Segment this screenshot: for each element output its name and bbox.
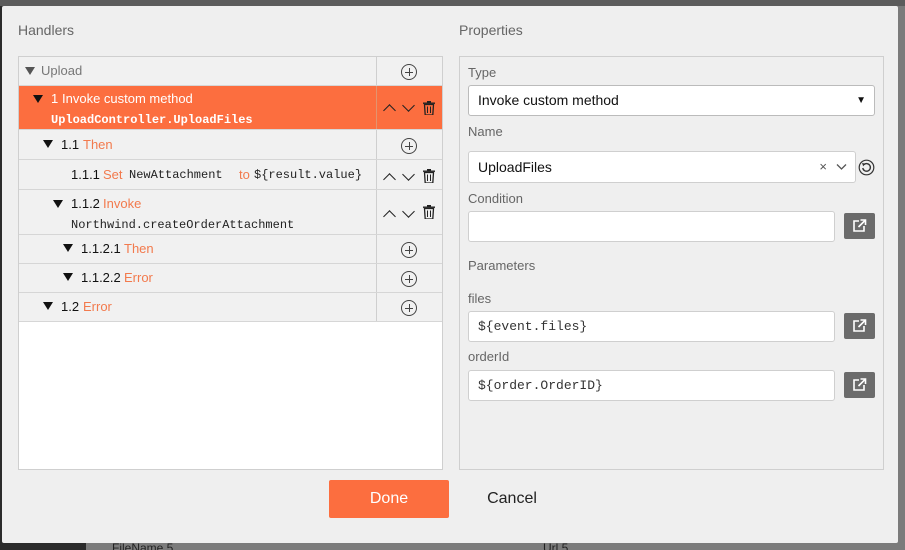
- delete-trash-icon[interactable]: [423, 205, 435, 219]
- tree-row-controls: [376, 190, 442, 234]
- tree-row-label: Then: [124, 241, 154, 256]
- tree-row-then[interactable]: 1.1 Then: [19, 130, 442, 160]
- collapse-triangle-icon[interactable]: [63, 273, 73, 281]
- handlers-title: Handlers: [18, 22, 75, 38]
- tree-row-controls: [376, 130, 442, 159]
- open-editor-button[interactable]: [844, 213, 875, 239]
- tree-row-controls: [376, 235, 442, 263]
- set-target: NewAttachment: [129, 168, 223, 182]
- type-select-value: Invoke custom method: [478, 92, 619, 108]
- tree-row-number: 1.1.1: [71, 167, 100, 182]
- delete-trash-icon[interactable]: [423, 169, 435, 183]
- collapse-triangle-icon[interactable]: [25, 67, 35, 75]
- clear-icon[interactable]: ×: [819, 152, 827, 182]
- done-button[interactable]: Done: [329, 480, 449, 518]
- properties-panel: Type Invoke custom method ▼ Name UploadF…: [459, 56, 884, 470]
- move-down-icon[interactable]: [402, 168, 415, 181]
- orderid-input[interactable]: ${order.OrderID}: [468, 370, 835, 401]
- properties-title: Properties: [459, 22, 523, 38]
- type-label: Type: [468, 65, 497, 80]
- tree-row-controls: [376, 160, 442, 189]
- external-link-icon: [853, 378, 867, 391]
- tree-row-upload[interactable]: Upload: [19, 57, 442, 86]
- files-input-value: ${event.files}: [478, 319, 588, 334]
- open-editor-button[interactable]: [844, 372, 875, 398]
- name-combobox[interactable]: UploadFiles ×: [468, 151, 856, 183]
- tree-row-controls: [376, 57, 442, 85]
- event-handlers-dialog: Handlers Properties Upload 1 Invoke cust…: [2, 6, 898, 543]
- name-combobox-value: UploadFiles: [478, 159, 552, 175]
- orderid-label: orderId: [468, 349, 510, 364]
- collapse-triangle-icon[interactable]: [53, 200, 63, 208]
- orderid-input-value: ${order.OrderID}: [478, 378, 603, 393]
- tree-row-error[interactable]: 1.1.2.2 Error: [19, 264, 442, 293]
- chevron-down-icon[interactable]: [836, 163, 847, 171]
- move-down-icon[interactable]: [402, 99, 415, 112]
- tree-row-then[interactable]: 1.1.2.1 Then: [19, 235, 442, 264]
- to-keyword: to: [239, 167, 250, 182]
- set-value: ${result.value}: [254, 168, 363, 182]
- tree-row-error[interactable]: 1.2 Error: [19, 293, 442, 322]
- tree-row-number: 1.1.2.2: [81, 270, 121, 285]
- handlers-tree: Upload 1 Invoke custom method UploadCont…: [18, 56, 443, 470]
- add-circle-icon[interactable]: [401, 64, 417, 80]
- add-circle-icon[interactable]: [401, 138, 417, 154]
- delete-trash-icon[interactable]: [423, 101, 435, 115]
- external-link-icon: [853, 219, 867, 232]
- condition-label: Condition: [468, 191, 523, 206]
- tree-row-invoke-custom-method[interactable]: 1 Invoke custom method UploadController.…: [19, 86, 442, 130]
- add-circle-icon[interactable]: [401, 271, 417, 287]
- collapse-triangle-icon[interactable]: [33, 95, 43, 103]
- tree-row-number: 1.2: [61, 299, 80, 314]
- refresh-icon[interactable]: [858, 159, 875, 176]
- open-editor-button[interactable]: [844, 313, 875, 339]
- tree-row-controls: [376, 86, 442, 129]
- name-label: Name: [468, 124, 503, 139]
- tree-row-number: 1: [51, 91, 59, 106]
- move-up-icon[interactable]: [383, 210, 396, 223]
- tree-row-number: 1.1.2.1: [81, 241, 121, 256]
- move-down-icon[interactable]: [402, 205, 415, 218]
- tree-row-label: Error: [124, 270, 153, 285]
- type-select[interactable]: Invoke custom method ▼: [468, 85, 875, 116]
- tree-row-code: UploadController.UploadFiles: [51, 113, 253, 127]
- tree-row-label: Error: [83, 299, 112, 314]
- set-keyword: Set: [103, 167, 123, 182]
- tree-row-label: Then: [83, 137, 113, 152]
- tree-row-label: Invoke custom method: [62, 91, 193, 106]
- collapse-triangle-icon[interactable]: [43, 302, 53, 310]
- tree-row-code: Northwind.createOrderAttachment: [71, 218, 295, 232]
- collapse-triangle-icon[interactable]: [43, 140, 53, 148]
- tree-row-controls: [376, 293, 442, 321]
- move-up-icon[interactable]: [383, 173, 396, 186]
- collapse-triangle-icon[interactable]: [63, 244, 73, 252]
- cancel-button[interactable]: Cancel: [472, 480, 552, 518]
- tree-row-set-variable[interactable]: 1.1.1 Set NewAttachment to ${result.valu…: [19, 160, 442, 190]
- parameters-label: Parameters: [468, 258, 536, 273]
- tree-row-number: 1.1: [61, 137, 80, 152]
- external-link-icon: [853, 319, 867, 332]
- dropdown-arrow-icon: ▼: [856, 95, 866, 106]
- tree-row-invoke[interactable]: 1.1.2 Invoke Northwind.createOrderAttach…: [19, 190, 442, 235]
- add-circle-icon[interactable]: [401, 300, 417, 316]
- tree-row-controls: [376, 264, 442, 292]
- tree-row-number: 1.1.2: [71, 196, 100, 211]
- condition-input[interactable]: [468, 211, 835, 242]
- tree-row-label: Upload: [41, 63, 83, 78]
- tree-row-label: Invoke: [103, 196, 142, 211]
- files-label: files: [468, 291, 492, 306]
- add-circle-icon[interactable]: [401, 242, 417, 258]
- move-up-icon[interactable]: [383, 104, 396, 117]
- files-input[interactable]: ${event.files}: [468, 311, 835, 342]
